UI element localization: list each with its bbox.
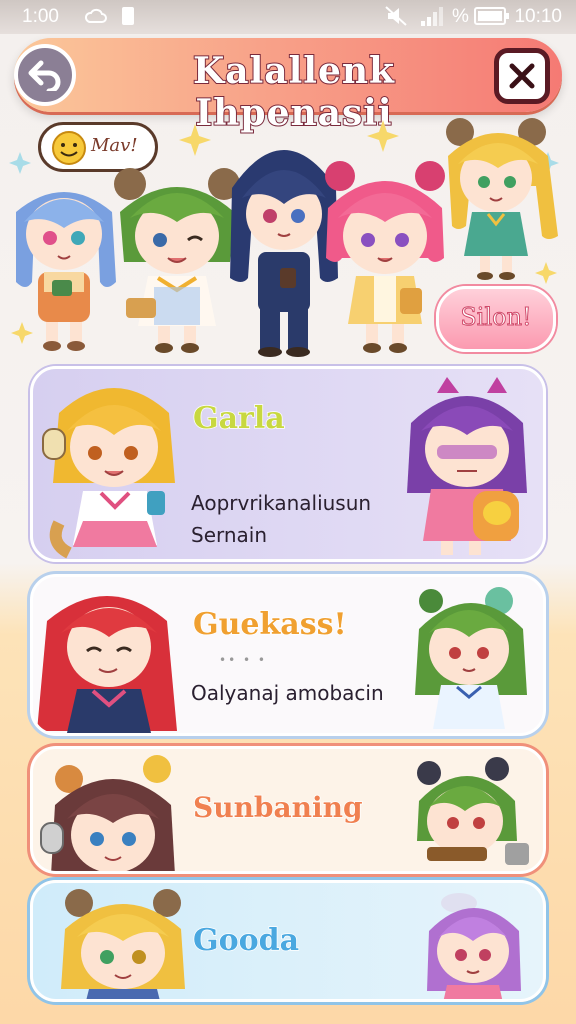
card-side-avatar-green-bear — [417, 757, 529, 865]
card-avatar-red-hair — [37, 596, 177, 733]
card-name: Gooda — [192, 922, 300, 959]
card-avatar-blonde-bear — [61, 889, 185, 999]
header-bar: Kalallenk Ihpenasii — [14, 38, 562, 135]
card-description: Aoprvrikanaliusun — [191, 491, 372, 515]
character-blue-hair — [16, 192, 116, 351]
character-blonde-girl — [446, 118, 558, 280]
close-button[interactable] — [494, 48, 550, 104]
card-name: Sunbaning — [192, 790, 363, 825]
battery-icon — [474, 5, 510, 33]
back-button[interactable] — [14, 44, 76, 106]
character-card-garla[interactable]: Garla Aoprvrikanaliusun Sernain — [30, 366, 546, 562]
card-avatar-brown-hair — [40, 755, 175, 871]
card-side-avatar-purple — [407, 377, 527, 555]
cloud-icon — [84, 5, 108, 33]
card-description: Oalyanaj amobacin — [191, 681, 384, 705]
status-bar: 1:00 % 10:10 — [0, 0, 576, 34]
card-avatar-garla — [42, 388, 175, 559]
card-subtext: •• • • — [219, 653, 267, 667]
sim-icon — [120, 5, 136, 33]
status-clock: 10:10 — [514, 6, 562, 27]
card-side-avatar-purple-hair — [427, 893, 521, 999]
close-icon — [509, 63, 535, 89]
battery-percent: % — [452, 6, 469, 27]
mute-icon — [384, 5, 410, 33]
select-button[interactable]: Silon! — [436, 286, 556, 352]
card-name: Garla — [192, 400, 285, 437]
character-card-guekass[interactable]: Guekass! •• • • Oalyanaj amobacin — [30, 574, 546, 736]
back-arrow-icon — [28, 60, 61, 91]
card-side-avatar-green — [415, 587, 527, 729]
card-name: Guekass! — [192, 606, 347, 643]
signal-icon — [420, 5, 446, 33]
card-description-2: Sernain — [191, 523, 268, 547]
character-pink-hair — [325, 161, 445, 353]
character-card-gooda[interactable]: Gooda — [30, 880, 546, 1002]
character-card-sunbaning[interactable]: Sunbaning — [30, 746, 546, 874]
status-time: 1:00 — [22, 6, 59, 27]
